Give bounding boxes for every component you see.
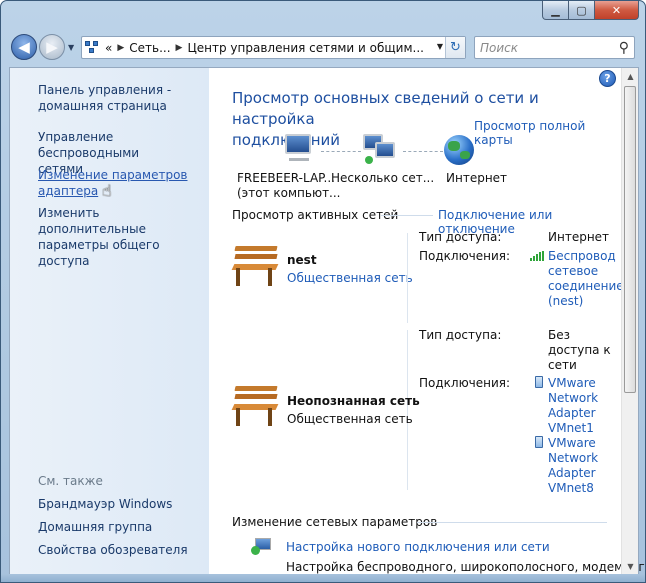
firewall-link[interactable]: Брандмауэр Windows bbox=[38, 496, 172, 512]
value-line: сети bbox=[548, 358, 577, 372]
vmnet1-connection-link[interactable]: VMware Network Adapter VMnet1 bbox=[548, 376, 598, 436]
internet-globe-icon[interactable] bbox=[444, 135, 474, 165]
link-line: VMnet1 bbox=[548, 421, 594, 435]
link-line: соединение bbox=[548, 279, 624, 293]
link-line: Adapter bbox=[548, 406, 596, 420]
breadcrumb: « ▶ Сеть... ▶ Центр управления сетями и … bbox=[105, 41, 424, 55]
adapter-icon bbox=[535, 436, 543, 448]
link-line: VMnet8 bbox=[548, 481, 594, 495]
map-internet-label: Интернет bbox=[446, 171, 508, 185]
link-line: Network bbox=[548, 391, 599, 405]
network-name: Неопознанная сеть bbox=[287, 394, 420, 408]
left-nav-pane: Панель управления - домашняя страница Уп… bbox=[10, 68, 209, 575]
access-type-value: Без доступа к сети bbox=[548, 328, 611, 373]
breadcrumb-separator-icon[interactable]: ▶ bbox=[176, 43, 183, 53]
breadcrumb-network-center[interactable]: Центр управления сетями и общим... bbox=[187, 41, 424, 55]
back-button[interactable]: ◀ bbox=[11, 34, 37, 60]
network-type-label: Общественная сеть bbox=[287, 412, 413, 426]
map-computer-sub: (этот компьют... bbox=[237, 186, 341, 200]
window: ▁ ▢ ✕ ◀ ▶ ▼ « ▶ Сеть... ▶ Центр управлен… bbox=[0, 0, 646, 583]
change-adapter-settings-link[interactable]: Изменение параметров адаптера bbox=[38, 167, 188, 199]
access-type-value: Интернет bbox=[548, 230, 610, 244]
scrollbar-thumb[interactable] bbox=[624, 86, 636, 393]
see-also-heading: См. также bbox=[38, 474, 103, 488]
control-panel-home-link[interactable]: Панель управления - домашняя страница bbox=[38, 82, 171, 114]
computer-icon[interactable] bbox=[279, 134, 319, 168]
vertical-scrollbar[interactable]: ▲ ▼ bbox=[621, 68, 638, 575]
link-line: Беспровод bbox=[548, 249, 616, 263]
close-button[interactable]: ✕ bbox=[595, 1, 639, 20]
map-networks-label: Несколько сет... bbox=[331, 171, 435, 185]
link-line: Изменить дополнительные bbox=[38, 206, 146, 236]
search-icon[interactable]: ⚲ bbox=[619, 40, 629, 56]
access-type-label: Тип доступа: bbox=[419, 230, 502, 244]
public-network-bench-icon bbox=[231, 244, 279, 288]
search-placeholder: Поиск bbox=[480, 40, 519, 55]
network-center-icon bbox=[85, 40, 101, 55]
vmnet8-connection-link[interactable]: VMware Network Adapter VMnet8 bbox=[548, 436, 598, 496]
main-pane: Просмотр основных сведений о сети и наст… bbox=[209, 68, 645, 575]
vertical-divider bbox=[407, 233, 408, 323]
breadcrumb-overflow[interactable]: « bbox=[105, 41, 112, 55]
value-line: Без bbox=[548, 328, 570, 342]
recent-pages-dropdown-icon[interactable]: ▼ bbox=[68, 43, 74, 52]
link-line: параметры общего доступа bbox=[38, 238, 160, 268]
help-icon[interactable]: ? bbox=[599, 70, 616, 87]
view-full-map-link[interactable]: Просмотр полной карты bbox=[474, 119, 624, 147]
map-connector bbox=[403, 151, 443, 152]
setup-new-connection-link[interactable]: Настройка нового подключения или сети bbox=[286, 540, 550, 554]
link-line: VMware bbox=[548, 436, 596, 450]
link-line: (nest) bbox=[548, 294, 584, 308]
value-line: доступа к bbox=[548, 343, 611, 357]
heading-rule bbox=[381, 215, 433, 216]
hand-cursor-icon: ☝ bbox=[102, 181, 112, 200]
advanced-sharing-link[interactable]: Изменить дополнительные параметры общего… bbox=[38, 205, 209, 269]
window-bottom-border bbox=[1, 574, 645, 582]
active-networks-heading: Просмотр активных сетей bbox=[232, 208, 399, 222]
network-name: nest bbox=[287, 253, 317, 267]
link-line: VMware bbox=[548, 376, 596, 390]
forward-button[interactable]: ▶ bbox=[39, 34, 65, 60]
link-line: Adapter bbox=[548, 466, 596, 480]
connections-label: Подключения: bbox=[419, 249, 511, 263]
link-line: сетевое bbox=[548, 264, 599, 278]
change-settings-heading: Изменение сетевых параметров bbox=[232, 515, 438, 529]
scroll-up-icon[interactable]: ▲ bbox=[622, 68, 639, 85]
link-line: Управление беспроводными bbox=[38, 130, 140, 160]
heading-rule bbox=[417, 522, 607, 523]
wireless-connection-link[interactable]: Беспровод сетевое соединение (nest) bbox=[548, 249, 624, 309]
map-computer-name: FREEBEER-LAP... bbox=[237, 171, 335, 185]
navigation-bar: ◀ ▶ ▼ « ▶ Сеть... ▶ Центр управления сет… bbox=[11, 34, 641, 62]
homegroup-link[interactable]: Домашняя группа bbox=[38, 519, 152, 535]
caption-buttons: ▁ ▢ ✕ bbox=[542, 1, 639, 21]
breadcrumb-separator-icon[interactable]: ▶ bbox=[117, 43, 124, 53]
new-connection-icon bbox=[251, 538, 273, 556]
map-connector bbox=[321, 151, 361, 152]
breadcrumb-network[interactable]: Сеть... bbox=[129, 41, 170, 55]
address-bar[interactable]: « ▶ Сеть... ▶ Центр управления сетями и … bbox=[81, 36, 466, 59]
maximize-button[interactable]: ▢ bbox=[569, 1, 595, 20]
link-line: Панель управления - bbox=[38, 83, 172, 97]
adapter-icon bbox=[535, 376, 543, 388]
refresh-icon: ↻ bbox=[450, 40, 461, 55]
vertical-divider bbox=[407, 330, 408, 490]
minimize-button[interactable]: ▁ bbox=[542, 1, 569, 20]
public-network-bench-icon bbox=[231, 384, 279, 428]
link-line: Изменение параметров bbox=[38, 168, 188, 182]
refresh-button[interactable]: ↻ bbox=[445, 37, 465, 58]
address-dropdown-icon[interactable]: ▼ bbox=[437, 42, 443, 51]
multiple-networks-icon[interactable] bbox=[361, 134, 401, 168]
connections-label: Подключения: bbox=[419, 376, 511, 390]
link-line: домашняя страница bbox=[38, 99, 167, 113]
access-type-label: Тип доступа: bbox=[419, 328, 502, 342]
content-area: Панель управления - домашняя страница Уп… bbox=[9, 67, 645, 576]
internet-options-link[interactable]: Свойства обозревателя bbox=[38, 542, 188, 558]
wireless-signal-icon bbox=[530, 251, 544, 261]
search-input[interactable]: Поиск ⚲ bbox=[474, 36, 635, 59]
setup-description: Настройка беспроводного, широкополосного… bbox=[286, 560, 646, 574]
link-line: Network bbox=[548, 451, 599, 465]
network-type-link[interactable]: Общественная сеть bbox=[287, 271, 413, 285]
scroll-down-icon[interactable]: ▼ bbox=[622, 558, 639, 575]
link-line: адаптера bbox=[38, 184, 99, 198]
